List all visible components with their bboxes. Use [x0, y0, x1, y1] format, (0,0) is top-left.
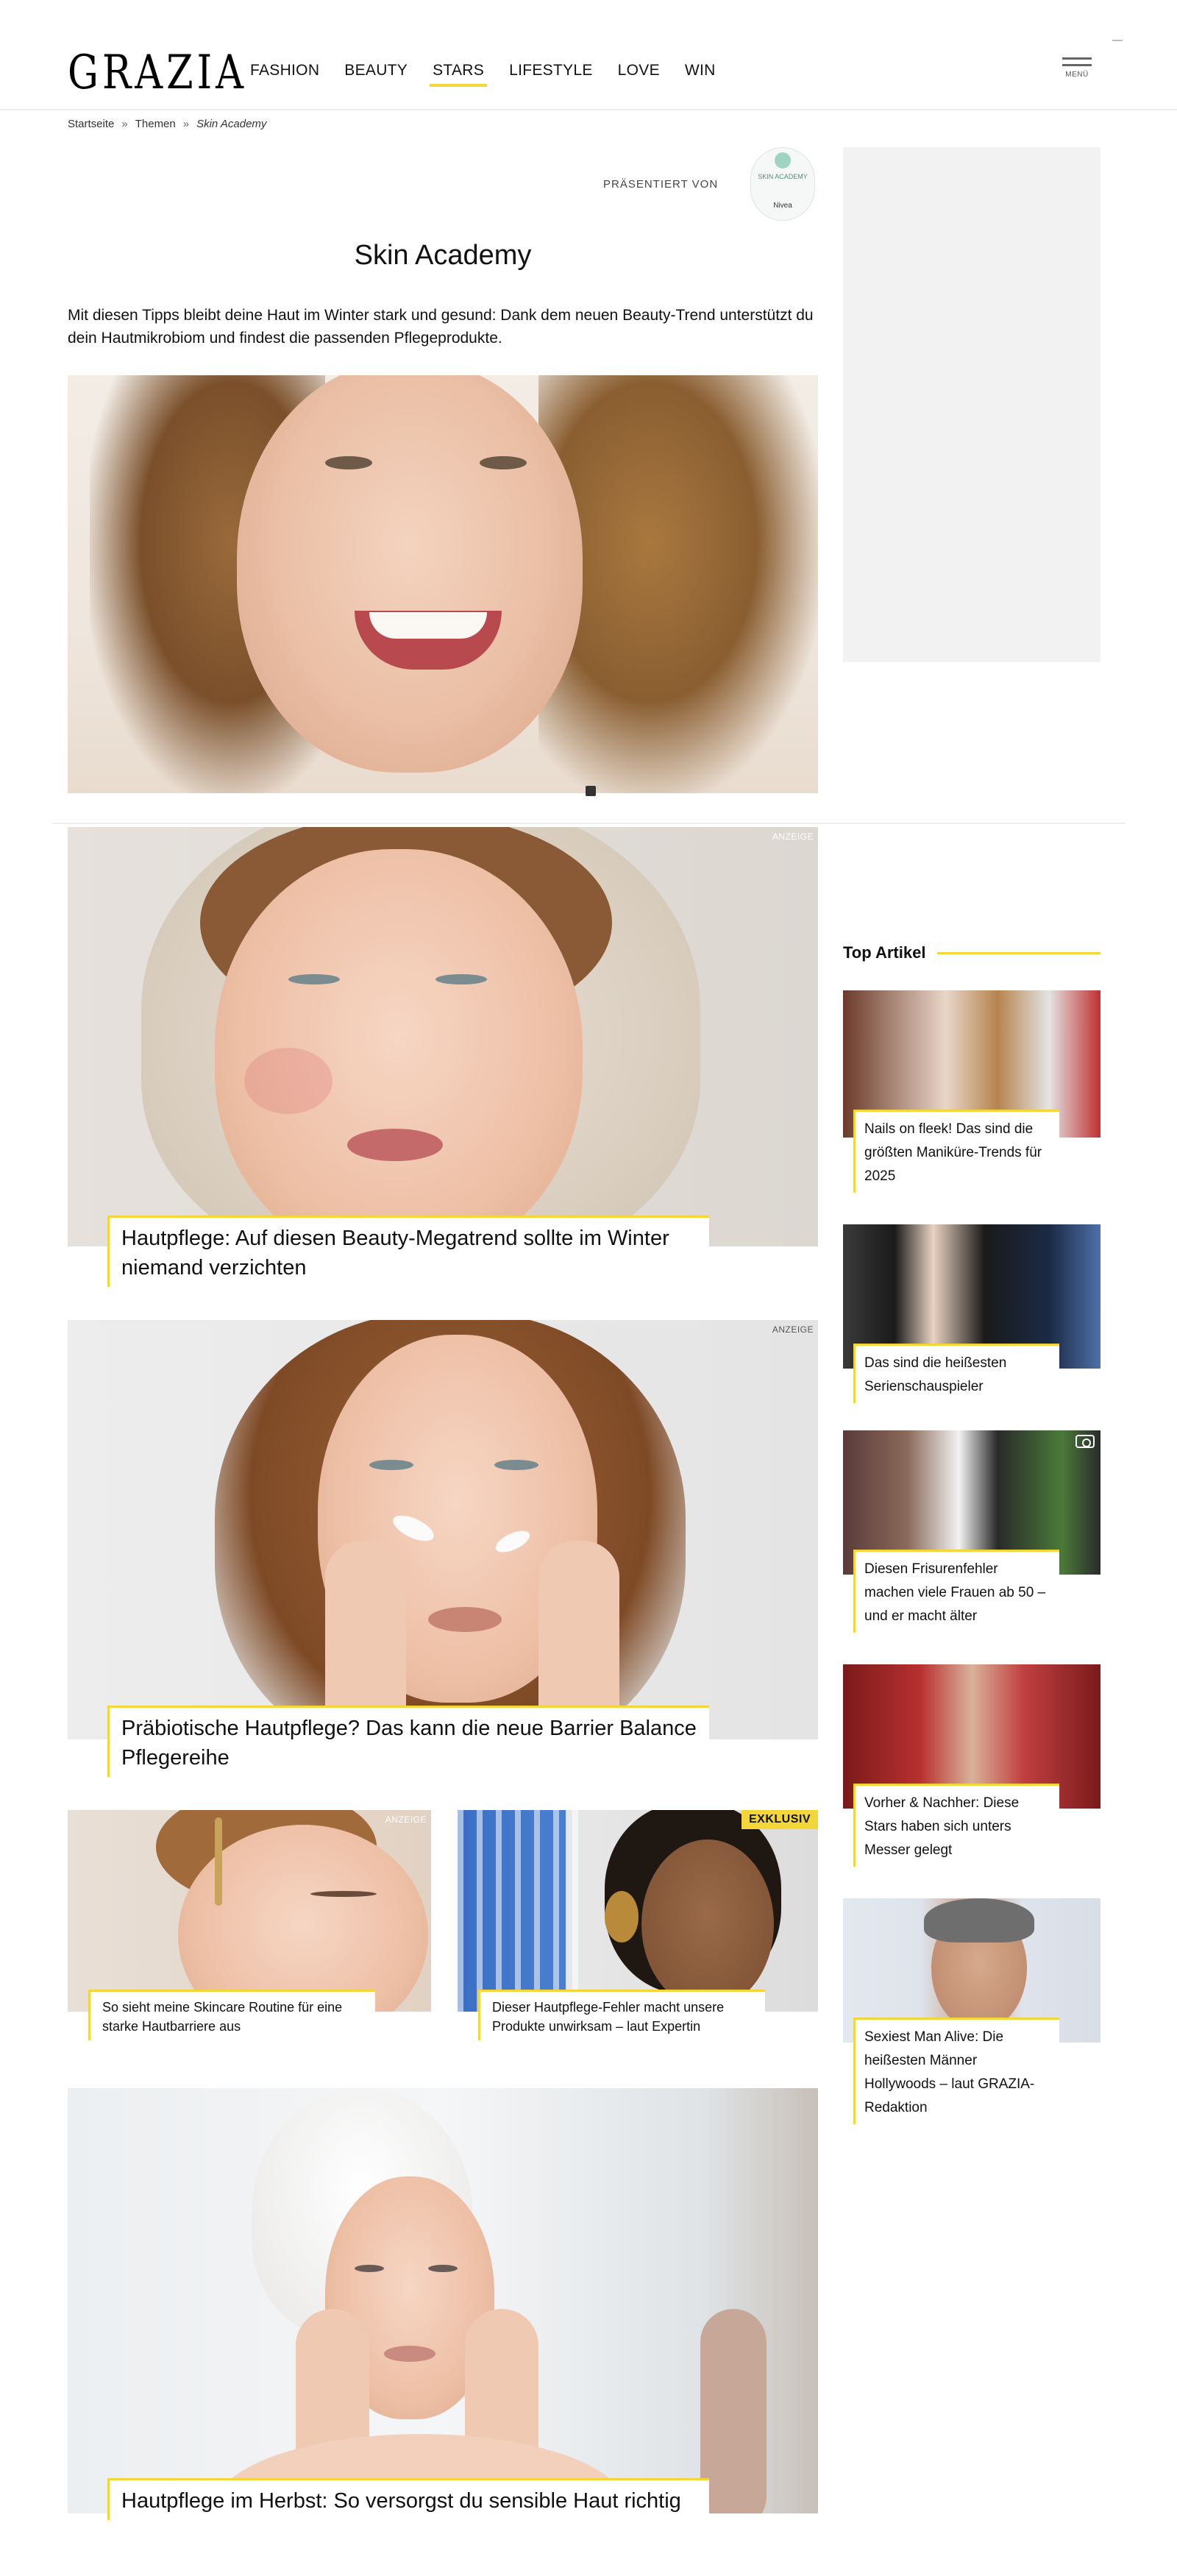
- eye-left: [369, 1460, 413, 1470]
- ad-placeholder: [843, 147, 1100, 662]
- top-article-item[interactable]: Nails on fleek! Das sind die größten Man…: [843, 990, 1100, 1211]
- hero-image: [68, 375, 818, 793]
- nav-beauty[interactable]: BEAUTY: [344, 62, 408, 87]
- ad-label: ANZEIGE: [772, 831, 814, 842]
- top-article-item[interactable]: Das sind die heißesten Serienschauspiele…: [843, 1224, 1100, 1403]
- article-title[interactable]: Dieser Hautpflege-Fehler macht unsere Pr…: [478, 1990, 765, 2040]
- breadcrumb-current: Skin Academy: [196, 118, 267, 130]
- article-card[interactable]: ANZEIGE So sieht meine Skincare Routine …: [68, 1810, 431, 2045]
- article-card[interactable]: Hautpflege im Herbst: So versorgst du se…: [68, 2088, 818, 2559]
- cheek-blush: [244, 1048, 333, 1114]
- article-card[interactable]: ANZEIGE Präbiotische Hautpflege? Das kan…: [68, 1320, 818, 1777]
- heading-rule: [937, 951, 1100, 954]
- article-title[interactable]: Hautpflege im Herbst: So versorgst du se…: [107, 2478, 709, 2520]
- ad-label: ANZEIGE: [385, 1814, 427, 1825]
- breadcrumb-home[interactable]: Startseite: [68, 118, 114, 130]
- eye-right: [494, 1460, 538, 1470]
- mirror-hand: [700, 2309, 767, 2513]
- lips-shape: [347, 1129, 443, 1161]
- hero-face: [237, 375, 583, 773]
- page-intro: Mit diesen Tipps bleibt deine Haut im Wi…: [68, 307, 814, 347]
- nav-love[interactable]: LOVE: [618, 62, 660, 87]
- nav-stars[interactable]: STARS: [430, 62, 488, 87]
- breadcrumb-separator: »: [182, 118, 190, 130]
- earring: [605, 1891, 639, 1942]
- hero-teeth: [369, 612, 487, 639]
- breadcrumb: Startseite » Themen » Skin Academy: [68, 118, 266, 130]
- article-card[interactable]: EXKLUSIV Dieser Hautpflege-Fehler macht …: [458, 1810, 818, 2045]
- top-article-title[interactable]: Das sind die heißesten Serienschauspiele…: [853, 1344, 1059, 1403]
- top-article-title[interactable]: Vorher & Nachher: Diese Stars haben sich…: [853, 1784, 1059, 1867]
- site-header: GRAZIA FASHION BEAUTY STARS LIFESTYLE LO…: [0, 0, 1177, 110]
- article-title[interactable]: Präbiotische Hautpflege? Das kann die ne…: [107, 1706, 709, 1777]
- breadcrumb-themen[interactable]: Themen: [135, 118, 176, 130]
- top-article-title[interactable]: Diesen Frisurenfehler machen viele Fraue…: [853, 1550, 1059, 1633]
- breadcrumb-separator: »: [121, 118, 128, 130]
- sponsor-brand: Nivea: [773, 202, 792, 210]
- camera-icon: [1075, 1435, 1095, 1448]
- section-divider: [51, 823, 1126, 824]
- article-image: ANZEIGE: [68, 1810, 431, 2012]
- article-image: ANZEIGE: [68, 1320, 818, 1739]
- top-articles-heading: Top Artikel: [843, 943, 1100, 962]
- top-article-item[interactable]: Sexiest Man Alive: Die heißesten Männer …: [843, 1898, 1100, 2134]
- article-image: ANZEIGE: [68, 827, 818, 1246]
- hair-shape: [924, 1898, 1034, 1942]
- article-image: EXKLUSIV: [458, 1810, 818, 2012]
- eye-right: [435, 974, 487, 984]
- hero-eye-left: [325, 456, 372, 469]
- page-title: Skin Academy: [354, 240, 532, 271]
- eye-left: [355, 2265, 384, 2272]
- eye-right: [428, 2265, 458, 2272]
- droplet-icon: [775, 152, 791, 168]
- top-article-item[interactable]: Diesen Frisurenfehler machen viele Fraue…: [843, 1430, 1100, 1644]
- article-title[interactable]: So sieht meine Skincare Routine für eine…: [88, 1990, 375, 2040]
- grazia-logo[interactable]: GRAZIA: [68, 46, 247, 100]
- hamburger-icon-line: [1062, 64, 1092, 66]
- top-article-title[interactable]: Nails on fleek! Das sind die größten Man…: [853, 1110, 1059, 1193]
- menu-button[interactable]: MENÜ: [1059, 57, 1095, 87]
- sponsor-label: PRÄSENTIERT VON: [603, 178, 719, 191]
- nav-win[interactable]: WIN: [685, 62, 716, 87]
- nav-fashion[interactable]: FASHION: [250, 62, 319, 87]
- ad-label: ANZEIGE: [772, 1324, 814, 1335]
- building-stripes: [458, 1810, 583, 2012]
- top-article-item[interactable]: Vorher & Nachher: Diese Stars haben sich…: [843, 1664, 1100, 1867]
- face-shape: [641, 1839, 774, 2009]
- sponsor-logo-text: SKIN ACADEMY: [758, 173, 808, 180]
- hair-clip: [215, 1817, 222, 1906]
- closed-eye: [310, 1891, 377, 1897]
- sponsor-logo[interactable]: SKIN ACADEMY Nivea: [750, 147, 815, 221]
- exclusive-badge: EXKLUSIV: [741, 1810, 818, 1829]
- article-title[interactable]: Hautpflege: Auf diesen Beauty-Megatrend …: [107, 1216, 709, 1287]
- info-icon[interactable]: [586, 786, 596, 796]
- top-articles-title: Top Artikel: [843, 943, 926, 962]
- divider-mark: [1112, 40, 1123, 41]
- nav-lifestyle[interactable]: LIFESTYLE: [509, 62, 593, 87]
- lips-shape: [384, 2346, 435, 2362]
- article-image: [68, 2088, 818, 2513]
- menu-label: MENÜ: [1065, 71, 1089, 79]
- hero-eye-right: [480, 456, 527, 469]
- main-nav: FASHION BEAUTY STARS LIFESTYLE LOVE WIN: [250, 62, 741, 87]
- article-card[interactable]: ANZEIGE Hautpflege: Auf diesen Beauty-Me…: [68, 827, 818, 1287]
- eye-left: [288, 974, 340, 984]
- top-article-title[interactable]: Sexiest Man Alive: Die heißesten Männer …: [853, 2018, 1059, 2124]
- face-shape: [215, 849, 583, 1246]
- lips-shape: [428, 1607, 502, 1632]
- hamburger-icon: [1062, 57, 1092, 60]
